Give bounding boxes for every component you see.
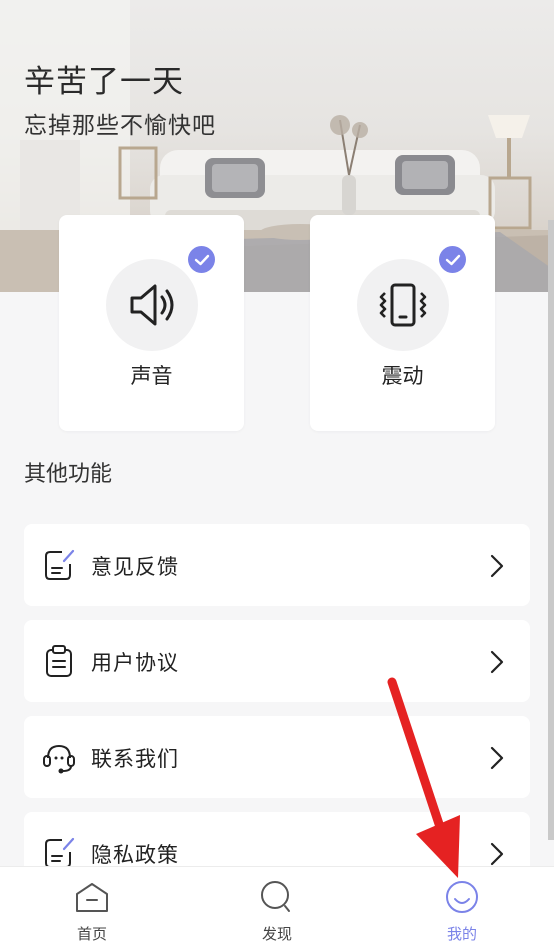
- privacy-policy-label: 隐私政策: [91, 843, 179, 867]
- vibrate-phone-icon: [379, 283, 427, 327]
- tab-discover-label: 发现: [261, 925, 292, 943]
- list-item-contact-us[interactable]: 联系我们: [24, 716, 530, 798]
- chevron-right-icon: [490, 650, 504, 674]
- chevron-right-icon: [490, 554, 504, 578]
- headset-icon: [43, 744, 75, 774]
- contact-us-label: 联系我们: [91, 747, 179, 771]
- vibrate-checked-icon: [439, 246, 466, 273]
- list-item-feedback[interactable]: 意见反馈: [24, 524, 530, 606]
- hero-subtitle: 忘掉那些不愉快吧: [24, 113, 216, 139]
- user-agreement-label: 用户协议: [91, 651, 179, 675]
- smile-icon: [446, 881, 478, 913]
- feedback-edit-icon: [45, 549, 75, 580]
- scrollbar[interactable]: [548, 220, 554, 840]
- tab-mine-label: 我的: [446, 925, 477, 943]
- sound-mode-card[interactable]: 声音: [59, 215, 244, 431]
- feedback-label: 意见反馈: [91, 555, 179, 579]
- tab-home-label: 首页: [76, 925, 107, 943]
- speaker-icon: [130, 284, 174, 326]
- chevron-right-icon: [490, 842, 504, 866]
- search-icon: [261, 881, 290, 912]
- hero-title: 辛苦了一天: [24, 64, 184, 100]
- sound-label: 声音: [130, 364, 173, 388]
- home-icon: [76, 883, 108, 912]
- sound-checked-icon: [188, 246, 215, 273]
- vibrate-mode-card[interactable]: 震动: [310, 215, 495, 431]
- clipboard-icon: [46, 645, 72, 677]
- tab-discover[interactable]: 发现: [217, 867, 337, 950]
- section-title: 其他功能: [24, 462, 113, 487]
- sound-icon-circle: [106, 259, 198, 351]
- tab-home[interactable]: 首页: [32, 867, 152, 950]
- vibrate-icon-circle: [357, 259, 449, 351]
- bottom-tab-bar: 首页 发现 我的: [0, 866, 554, 950]
- tab-mine[interactable]: 我的: [402, 867, 522, 950]
- vibrate-label: 震动: [381, 364, 424, 388]
- chevron-right-icon: [490, 746, 504, 770]
- privacy-edit-icon: [45, 837, 75, 868]
- list-item-user-agreement[interactable]: 用户协议: [24, 620, 530, 702]
